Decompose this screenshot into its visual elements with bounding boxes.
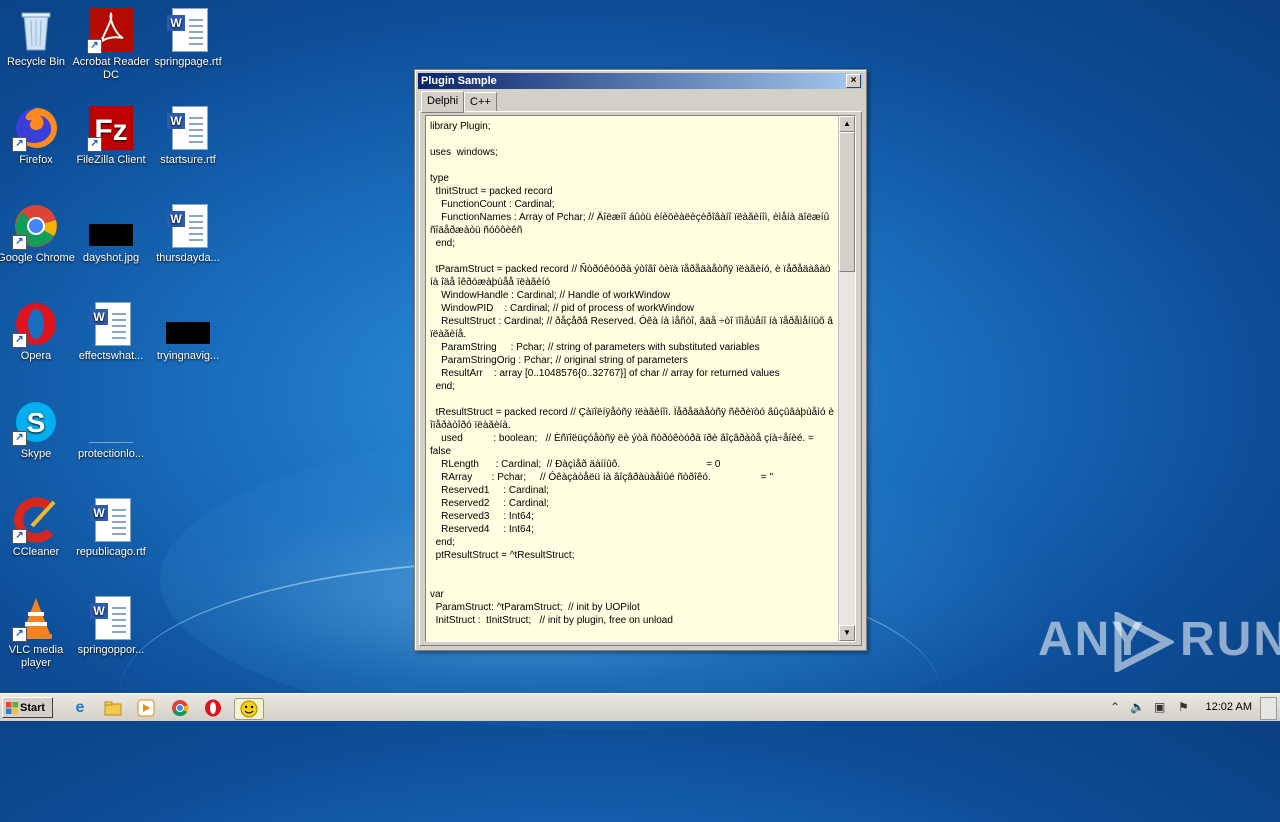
acrobat-icon: ↗ [87,6,135,54]
window-titlebar[interactable]: Plugin Sample × [418,73,863,89]
desktop-icon-vlc[interactable]: ↗ VLC media player [0,594,76,670]
desktop-icon-tryingnavig[interactable]: tryingnavig... [148,300,228,363]
desktop-icon-skype[interactable]: S ↗ Skype [0,398,76,461]
shortcut-arrow-icon: ↗ [12,137,27,152]
desktop-icon-chrome[interactable]: ↗ Google Chrome [0,202,76,265]
show-desktop-button[interactable] [1260,697,1277,720]
desktop-icon-dayshot[interactable]: dayshot.jpg [71,202,151,265]
tab-cpp[interactable]: C++ [464,92,497,112]
word-doc-icon: W [164,104,212,152]
desktop-icon-label: springpage.rtf [154,56,222,68]
image-file-icon [87,202,135,250]
desktop-icon-label: tryingnavig... [156,350,220,362]
chrome-icon: ↗ [12,202,60,250]
word-doc-icon: W [164,6,212,54]
desktop-icon-acrobat[interactable]: ↗ Acrobat Reader DC [71,6,151,82]
desktop-icon-label: dayshot.jpg [82,252,140,264]
desktop-icon-label: CCleaner [12,546,60,558]
desktop-icon-label: Acrobat Reader DC [72,56,150,81]
word-doc-icon: W [87,300,135,348]
ie-icon[interactable]: e [70,698,90,718]
desktop-icon-label: springoppor... [77,644,145,656]
scroll-up-arrow-icon[interactable]: ▲ [839,116,855,132]
windows-flag-icon [6,702,18,714]
desktop-icon-opera[interactable]: ↗ Opera [0,300,76,363]
skype-icon: S ↗ [12,398,60,446]
shortcut-arrow-icon: ↗ [12,431,27,446]
desktop-icon-filezilla[interactable]: Fz ↗ FileZilla Client [71,104,151,167]
svg-text:S: S [27,407,46,438]
desktop-icon-label: protectionlo... [77,448,145,460]
word-doc-icon: W [164,202,212,250]
shortcut-arrow-icon: ↗ [12,529,27,544]
desktop-icon-ccleaner[interactable]: ↗ CCleaner [0,496,76,559]
explorer-icon[interactable] [103,698,123,718]
desktop-icon-label: FileZilla Client [76,154,146,166]
shortcut-arrow-icon: ↗ [87,137,102,152]
network-icon[interactable]: ▣ [1154,698,1165,716]
volume-icon[interactable]: 🔈 [1130,698,1145,716]
watermark-play-icon [1114,612,1174,672]
opera-icon[interactable] [203,698,223,718]
plugin-sample-window[interactable]: Plugin Sample × Delphi C++ library Plugi… [414,69,867,651]
tab-delphi[interactable]: Delphi [421,91,465,113]
smiley-app-icon[interactable] [234,698,264,720]
scroll-thumb[interactable] [839,132,855,272]
desktop-icon-republicago[interactable]: W republicago.rtf [71,496,151,559]
watermark-right-text: RUN [1180,613,1280,666]
start-button[interactable]: Start [2,697,53,718]
desktop-icon-label: startsure.rtf [160,154,216,166]
shortcut-arrow-icon: ↗ [12,627,27,642]
scroll-down-arrow-icon[interactable]: ▼ [839,625,855,641]
desktop-icon-effectswhat[interactable]: W effectswhat... [71,300,151,363]
desktop-icon-firefox[interactable]: ↗ Firefox [0,104,76,167]
shortcut-arrow-icon: ↗ [87,39,102,54]
shortcut-arrow-icon: ↗ [12,235,27,250]
desktop-icon-label: Skype [20,448,52,460]
recycle-bin-icon [12,6,60,54]
desktop-icon-protectionlo[interactable]: protectionlo... [71,398,151,461]
taskbar-clock[interactable]: 12:02 AM [1206,698,1252,716]
vertical-scrollbar[interactable]: ▲ ▼ [838,116,855,641]
desktop-icon-label: Firefox [19,154,53,166]
action-center-flag-icon[interactable]: ⚑ [1178,698,1189,716]
shortcut-arrow-icon: ↗ [12,333,27,348]
code-text[interactable]: library Plugin; uses windows; type tInit… [430,120,835,627]
desktop-icon-label: Recycle Bin [6,56,66,68]
desktop-icon-thursdayda[interactable]: W thursdayda... [148,202,228,265]
opera-icon: ↗ [12,300,60,348]
vlc-icon: ↗ [12,594,60,642]
taskbar: Start e ⌃ 🔈 ▣ ⚑ 12:02 AM [0,693,1280,721]
media-player-icon[interactable] [136,698,156,718]
desktop-icon-label: thursdayda... [156,252,220,264]
chrome-icon[interactable] [170,698,190,718]
desktop-icon-label: republicago.rtf [76,546,146,558]
desktop-icon-label: Google Chrome [0,252,75,264]
desktop-icon-springoppor[interactable]: W springoppor... [71,594,151,657]
close-button[interactable]: × [846,74,861,88]
word-doc-icon: W [87,496,135,544]
desktop-icon-startsure[interactable]: W startsure.rtf [148,104,228,167]
filezilla-icon: Fz ↗ [87,104,135,152]
window-title: Plugin Sample [421,75,497,87]
tab-panel: library Plugin; uses windows; type tInit… [419,111,862,646]
code-editor[interactable]: library Plugin; uses windows; type tInit… [425,115,856,642]
desktop-icon-recycle-bin[interactable]: Recycle Bin [0,6,76,69]
desktop-icon-label: Opera [20,350,52,362]
image-file-icon [164,300,212,348]
word-doc-icon: W [87,594,135,642]
desktop-icon-label: effectswhat... [78,350,144,362]
firefox-icon: ↗ [12,104,60,152]
ccleaner-icon: ↗ [12,496,60,544]
start-label: Start [20,702,46,714]
desktop-icon-springpage[interactable]: W springpage.rtf [148,6,228,69]
desktop-icon-label: VLC media player [8,644,64,669]
generic-file-icon [87,398,135,446]
show-hidden-icons-icon[interactable]: ⌃ [1110,698,1120,716]
